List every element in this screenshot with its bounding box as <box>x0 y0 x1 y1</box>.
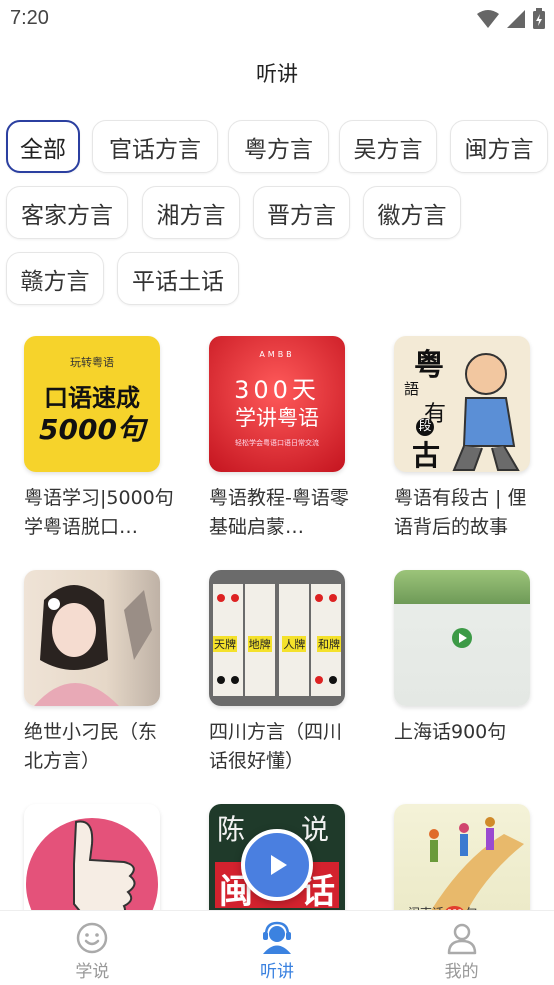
bottom-tab-bar: 学说 听讲 我的 <box>0 910 554 985</box>
battery-icon <box>533 8 545 29</box>
smile-icon <box>77 922 108 954</box>
signal-icon <box>507 10 525 28</box>
status-icons <box>476 8 546 30</box>
course-title: 粤语学习|5000句学粤语脱口… <box>24 487 174 538</box>
tab-mine[interactable]: 我的 <box>369 911 554 985</box>
category-chip-wu[interactable]: 吴方言 <box>339 120 437 173</box>
course-cover: AMBB 300天 学讲粤语 轻松学会粤语口语日常交流 <box>209 336 345 472</box>
cover-text: 玩转粤语 <box>70 356 114 369</box>
category-chip-min[interactable]: 闽方言 <box>450 120 548 173</box>
category-chip-gan[interactable]: 赣方言 <box>6 252 104 305</box>
cover-text: 和牌 <box>316 636 341 652</box>
course-title: 绝世小刁民（东北方言） <box>24 721 158 772</box>
course-cover: 天牌 地牌 人牌 和牌 <box>209 570 345 706</box>
course-cover <box>394 570 530 706</box>
cover-text: 人牌 <box>282 636 307 652</box>
category-chip-yue[interactable]: 粤方言 <box>228 120 329 173</box>
course-card[interactable]: 粤 語 有 段 古 粤语有段古 | 俚语背后的故事 <box>394 336 554 542</box>
cover-text: 学讲粤语 <box>235 406 319 430</box>
cover-play-icon <box>452 628 472 648</box>
course-card[interactable]: 上海话900句 <box>394 570 554 747</box>
course-cover: 玩转粤语 口语速成 5000句 <box>24 336 160 472</box>
cover-photo-strip <box>394 570 530 604</box>
play-icon <box>271 855 287 875</box>
category-chip-all[interactable]: 全部 <box>6 120 80 173</box>
course-title: 粤语有段古 | 俚语背后的故事 <box>394 487 527 538</box>
course-title: 四川方言（四川话很好懂） <box>209 721 343 772</box>
headset-user-icon <box>263 921 291 954</box>
course-cover: 粤 語 有 段 古 <box>394 336 530 472</box>
cover-text: 300天 <box>234 376 320 404</box>
cover-text: 地牌 <box>247 636 272 652</box>
cover-text: 轻松学会粤语口语日常交流 <box>235 439 319 447</box>
tab-label: 我的 <box>444 962 479 982</box>
tab-label: 听讲 <box>260 962 294 982</box>
course-title: 粤语教程-粤语零基础启蒙… <box>209 487 349 538</box>
play-button[interactable] <box>241 829 313 901</box>
page-title: 听讲 <box>256 62 298 86</box>
cover-text: 天牌 <box>213 636 237 652</box>
course-title: 上海话900句 <box>394 721 507 743</box>
cover-text: 古 <box>412 439 441 472</box>
category-chip-jin[interactable]: 晋方言 <box>253 186 350 239</box>
course-card[interactable]: 玩转粤语 口语速成 5000句 粤语学习|5000句学粤语脱口… <box>24 336 184 542</box>
category-chip-hui[interactable]: 徽方言 <box>363 186 461 239</box>
cover-text: 語 <box>404 380 420 398</box>
course-card[interactable]: AMBB 300天 学讲粤语 轻松学会粤语口语日常交流 粤语教程-粤语零基础启蒙… <box>209 336 369 542</box>
course-card[interactable]: 天牌 地牌 人牌 和牌 四川方言（四川话很好懂） <box>209 570 369 776</box>
woman-illustration <box>34 585 152 706</box>
category-chip-xiang[interactable]: 湘方言 <box>142 186 240 239</box>
category-chip-pinghua[interactable]: 平话土话 <box>117 252 239 305</box>
category-chip-hakka[interactable]: 客家方言 <box>6 186 128 239</box>
tab-label: 学说 <box>75 962 110 982</box>
cover-text: 5000句 <box>39 413 145 446</box>
user-icon <box>447 923 476 955</box>
cover-labels: 天牌 地牌 人牌 和牌 <box>213 636 341 652</box>
cover-text: 陈 <box>217 813 246 846</box>
wifi-icon <box>477 10 499 28</box>
cover-text: AMBB <box>259 350 295 359</box>
status-bar: 7:20 <box>0 0 554 38</box>
course-cover <box>24 570 160 706</box>
status-time: 7:20 <box>10 7 49 29</box>
tab-listen[interactable]: 听讲 <box>185 911 370 985</box>
tab-learn-speak[interactable]: 学说 <box>0 911 185 985</box>
category-chip-mandarin[interactable]: 官话方言 <box>92 120 218 173</box>
course-card[interactable]: 绝世小刁民（东北方言） <box>24 570 184 776</box>
